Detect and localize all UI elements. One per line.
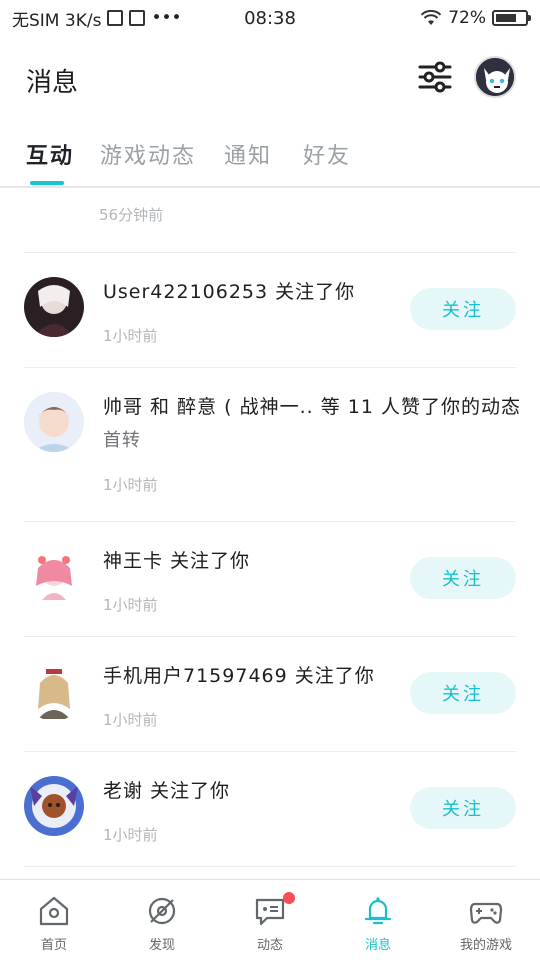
list-item[interactable]: 老谢 关注了你 1小时前 关注 (0, 752, 540, 866)
user-avatar[interactable] (474, 56, 516, 98)
avatar[interactable] (24, 776, 84, 836)
discover-icon (148, 897, 176, 925)
cat-avatar-icon (476, 58, 514, 96)
nav-label: 我的游戏 (459, 938, 512, 953)
avatar-image (24, 392, 84, 452)
avatar-image (24, 776, 84, 836)
list-item[interactable]: 神王卡 关注了你 1小时前 关注 (0, 522, 540, 636)
status-left: 无SIM 3K/s ••• (12, 6, 182, 31)
bell-icon (364, 897, 392, 925)
notification-badge (283, 892, 295, 904)
avatar-image (24, 546, 84, 606)
nav-label: 消息 (364, 938, 391, 953)
list-item-title: 神王卡 关注了你 (103, 550, 251, 572)
list-item-time: 1小时前 (103, 476, 158, 494)
avatar-image (24, 661, 84, 721)
notification-icon (107, 10, 124, 26)
nav-label: 首页 (40, 938, 67, 953)
avatar[interactable] (24, 546, 84, 606)
status-right: 72% (420, 8, 531, 28)
list-item[interactable]: User422106253 关注了你 1小时前 关注 (0, 253, 540, 367)
home-icon (39, 896, 69, 926)
list-item-title: User422106253 关注了你 (103, 281, 356, 303)
more-dots-icon: ••• (151, 8, 182, 28)
wifi-icon (420, 10, 442, 25)
battery-icon (492, 10, 531, 26)
feed-icon (255, 898, 285, 926)
tab-bar: 互动 游戏动态 通知 好友 (0, 126, 540, 188)
header: 消息 (0, 44, 540, 114)
avatar[interactable] (24, 392, 84, 452)
nav-feed[interactable]: 动态 (216, 880, 324, 960)
list-item-time: 1小时前 (103, 826, 158, 844)
tab-interaction[interactable]: 互动 (26, 138, 74, 170)
s-app-icon (129, 10, 146, 26)
active-tab-indicator (30, 181, 64, 185)
filter-settings-icon[interactable] (416, 58, 454, 96)
tab-notifications[interactable]: 通知 (224, 138, 272, 170)
nav-messages[interactable]: 消息 (324, 880, 432, 960)
follow-button[interactable]: 关注 (410, 557, 516, 599)
list-item[interactable]: 手机用户71597469 关注了你 1小时前 关注 (0, 637, 540, 751)
list-item-time: 1小时前 (103, 711, 158, 729)
bottom-nav: 首页 发现 动态 消息 我的游戏 (0, 879, 540, 960)
divider (24, 866, 516, 867)
tab-friends[interactable]: 好友 (303, 138, 351, 170)
avatar[interactable] (24, 661, 84, 721)
list-item[interactable]: 帅哥 和 醉意 ( 战神一.. 等 11 人赞了你的动态 首转 1小时前 (0, 368, 540, 522)
avatar-image (24, 277, 84, 337)
follow-button[interactable]: 关注 (410, 787, 516, 829)
list-item-time: 56分钟前 (99, 206, 164, 224)
page-title: 消息 (26, 68, 79, 98)
gamepad-icon (469, 902, 503, 924)
list-item-time: 1小时前 (103, 327, 158, 345)
list-item-content: 首转 (103, 430, 141, 451)
tab-game-feed[interactable]: 游戏动态 (100, 138, 196, 170)
nav-discover[interactable]: 发现 (108, 880, 216, 960)
list-item-title: 帅哥 和 醉意 ( 战神一.. 等 11 人赞了你的动态 (103, 396, 521, 418)
follow-button[interactable]: 关注 (410, 672, 516, 714)
nav-label: 发现 (148, 938, 175, 953)
nav-my-games[interactable]: 我的游戏 (432, 880, 540, 960)
status-bar: 无SIM 3K/s ••• 08:38 72% (0, 0, 540, 36)
battery-percent: 72% (448, 8, 486, 28)
list-item-title: 手机用户71597469 关注了你 (103, 665, 375, 687)
nav-label: 动态 (256, 938, 283, 953)
nav-home[interactable]: 首页 (0, 880, 108, 960)
avatar[interactable] (24, 277, 84, 337)
list-item-title: 老谢 关注了你 (103, 780, 231, 802)
carrier-text: 无SIM 3K/s (12, 10, 102, 31)
battery-fill (496, 14, 516, 22)
follow-button[interactable]: 关注 (410, 288, 516, 330)
list-item-time: 1小时前 (103, 596, 158, 614)
